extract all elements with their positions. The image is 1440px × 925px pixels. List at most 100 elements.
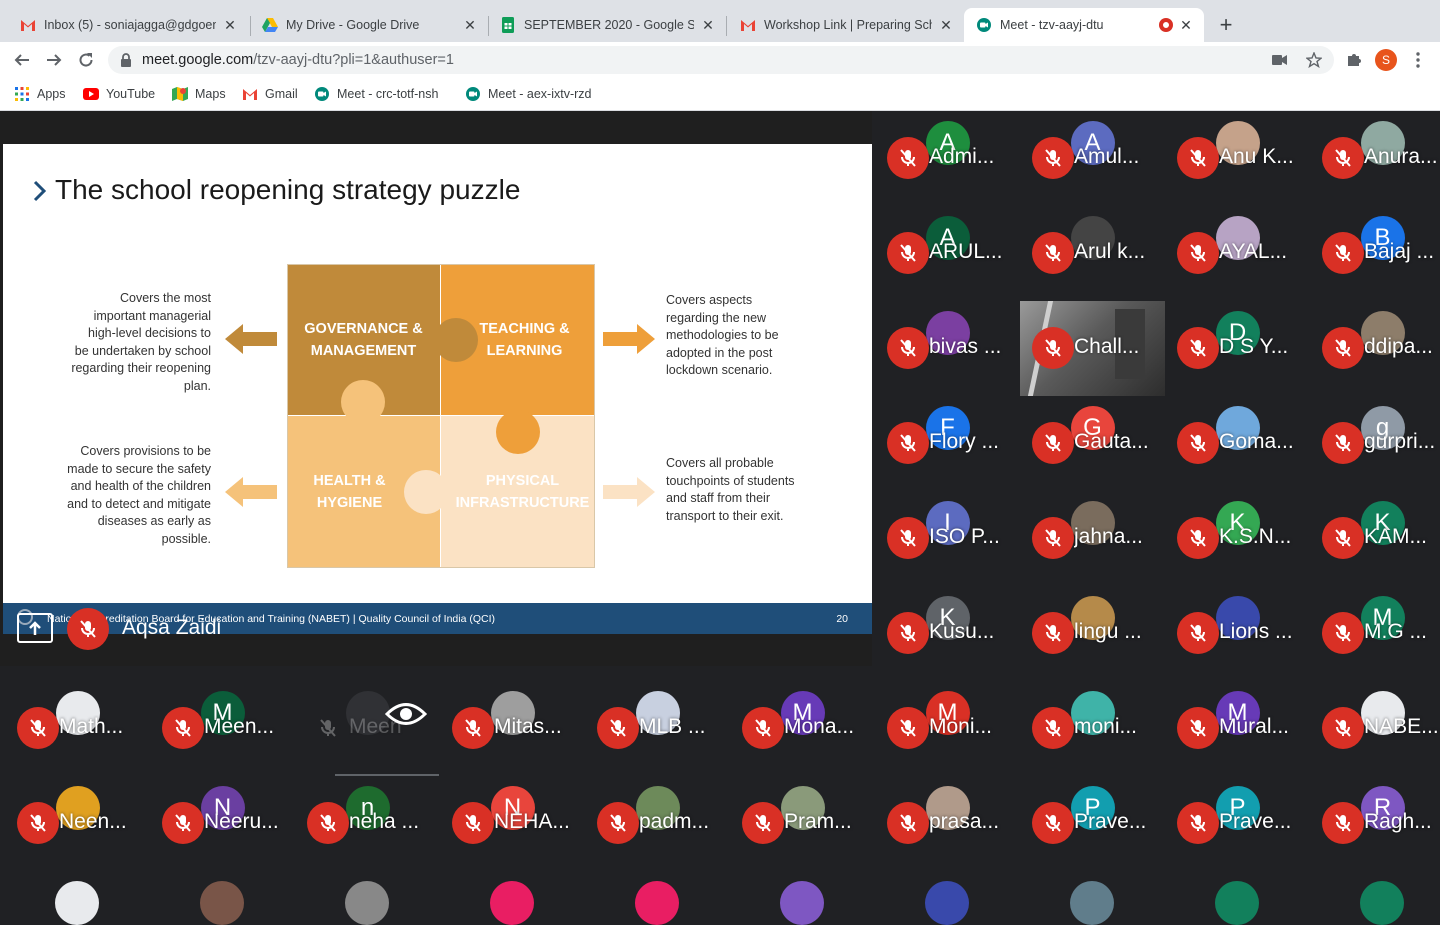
participant-tile[interactable]: M Meen...	[150, 681, 295, 776]
mute-indicator	[742, 802, 784, 844]
participant-tile[interactable]: n neha ...	[295, 776, 440, 871]
avatar	[1360, 881, 1404, 925]
participant-tile[interactable]: P Prave...	[1165, 776, 1310, 871]
participant-tile[interactable]: g gurpri...	[1310, 396, 1440, 491]
participant-tile[interactable]: R Ragh...	[1310, 776, 1440, 871]
tab-close-icon[interactable]: ✕	[938, 17, 954, 34]
participant-tile[interactable]: AYAL...	[1165, 206, 1310, 301]
participant-tile[interactable]: Chall...	[1020, 301, 1165, 396]
profile-avatar[interactable]: S	[1374, 48, 1398, 72]
participant-tile[interactable]: M Mural...	[1165, 681, 1310, 776]
participant-tile[interactable]: A ARUL...	[875, 206, 1020, 301]
participant-tile[interactable]: ddipa...	[1310, 301, 1440, 396]
url-text: meet.google.com/tzv-aayj-dtu?pli=1&authu…	[142, 52, 454, 68]
participant-tile[interactable]: DD S Y...	[1165, 301, 1310, 396]
tab-close-icon[interactable]: ✕	[700, 17, 716, 34]
participant-tile[interactable]: K K.S.N...	[1165, 491, 1310, 586]
mic-off-icon	[900, 719, 916, 737]
participant-name: neha ...	[349, 810, 420, 833]
mic-off-icon	[320, 719, 336, 737]
kebab-menu-icon[interactable]	[1406, 48, 1430, 72]
participant-tile[interactable]: Pram...	[730, 776, 875, 871]
avatar	[490, 881, 534, 925]
participant-tile[interactable]: K KAM...	[1310, 491, 1440, 586]
participant-tile[interactable]: A Admi...	[875, 111, 1020, 206]
participant-tile[interactable]: Goma...	[1165, 396, 1310, 491]
bookmark-apps[interactable]: Apps	[14, 86, 66, 102]
participant-tile[interactable]: Mitas...	[440, 681, 585, 776]
recording-icon	[1160, 19, 1172, 31]
address-bar[interactable]: meet.google.com/tzv-aayj-dtu?pli=1&authu…	[108, 46, 1334, 74]
extensions-puzzle-icon[interactable]	[1342, 48, 1366, 72]
tab-google-sheets[interactable]: SEPTEMBER 2020 - Google Sheets ✕	[488, 8, 726, 42]
participant-tile[interactable]: Anu K...	[1165, 111, 1310, 206]
participant-tile[interactable]: Arul k...	[1020, 206, 1165, 301]
participant-tile[interactable]: M M.G ...	[1310, 586, 1440, 681]
bookmark-meet-crc[interactable]: Meet - crc-totf-nsh	[314, 86, 438, 102]
tab-close-icon[interactable]: ✕	[222, 17, 238, 34]
participant-tile[interactable]: lingu ...	[1020, 586, 1165, 681]
mute-indicator	[1032, 422, 1074, 464]
mute-indicator	[742, 707, 784, 749]
tab-close-icon[interactable]: ✕	[1178, 17, 1194, 34]
participant-name: K.S.N...	[1219, 525, 1292, 548]
participant-name: Mitas...	[494, 715, 562, 738]
tab-workshop-link[interactable]: Workshop Link | Preparing Schools ✕	[728, 8, 964, 42]
participant-tile[interactable]: Math...	[5, 681, 150, 776]
participant-name: NABE...	[1364, 715, 1439, 738]
star-icon[interactable]	[1302, 48, 1326, 72]
gmail-icon	[740, 17, 756, 33]
participant-tile[interactable]: G Gauta...	[1020, 396, 1165, 491]
participant-tile[interactable]: Neen...	[5, 776, 150, 871]
mic-off-icon	[1045, 529, 1061, 547]
maps-icon	[172, 86, 188, 102]
mute-indicator	[1177, 517, 1219, 559]
drive-icon	[262, 17, 278, 33]
tab-google-meet[interactable]: Meet - tzv-aayj-dtu ✕	[964, 8, 1204, 42]
mic-off-icon	[755, 719, 771, 737]
mic-off-icon	[465, 814, 481, 832]
new-tab-button[interactable]: +	[1214, 12, 1238, 38]
participant-tile[interactable]: A Amul...	[1020, 111, 1165, 206]
bookmark-youtube[interactable]: YouTube	[83, 86, 155, 102]
participant-tile[interactable]: moni...	[1020, 681, 1165, 776]
participant-tile[interactable]: I ISO P...	[875, 491, 1020, 586]
bookmark-maps[interactable]: Maps	[172, 86, 226, 102]
tab-gmail-inbox[interactable]: Inbox (5) - soniajagga@gdgoenka.com ✕	[8, 8, 248, 42]
participant-tile[interactable]: NABE...	[1310, 681, 1440, 776]
participant-tile[interactable]: K Kusu...	[875, 586, 1020, 681]
mute-indicator	[307, 802, 349, 844]
participant-tile[interactable]: F Flory ...	[875, 396, 1020, 491]
forward-button[interactable]	[42, 48, 66, 72]
mic-off-icon	[755, 814, 771, 832]
camera-icon[interactable]	[1268, 48, 1292, 72]
bookmark-meet-aex[interactable]: Meet - aex-ixtv-rzd	[465, 86, 592, 102]
participant-tile[interactable]: M Mona...	[730, 681, 875, 776]
participant-tile[interactable]: N Neeru...	[150, 776, 295, 871]
participant-tile[interactable]: prasa...	[875, 776, 1020, 871]
participant-tile[interactable]: jahna...	[1020, 491, 1165, 586]
mute-indicator	[1177, 232, 1219, 274]
participant-tile[interactable]: bivas ...	[875, 301, 1020, 396]
participant-tile[interactable]: M Moni...	[875, 681, 1020, 776]
participant-name: moni...	[1074, 715, 1138, 738]
participant-tile[interactable]: N NEHA...	[440, 776, 585, 871]
participant-tile[interactable]: B Bajaj ...	[1310, 206, 1440, 301]
back-button[interactable]	[10, 48, 34, 72]
participant-tile[interactable]: MLB ...	[585, 681, 730, 776]
eye-icon[interactable]	[385, 701, 427, 727]
participant-name: KAM...	[1364, 525, 1428, 548]
tab-close-icon[interactable]: ✕	[462, 17, 478, 34]
reload-button[interactable]	[74, 48, 98, 72]
tab-google-drive[interactable]: My Drive - Google Drive ✕	[250, 8, 488, 42]
participant-tile[interactable]: Anura...	[1310, 111, 1440, 206]
participant-tile[interactable]: Lions ...	[1165, 586, 1310, 681]
mute-indicator	[1322, 517, 1364, 559]
apps-grid-icon	[14, 86, 30, 102]
participant-tile[interactable]: Meen	[295, 681, 440, 782]
bookmark-gmail[interactable]: Gmail	[242, 86, 298, 102]
mute-indicator	[17, 802, 59, 844]
participant-tile[interactable]: padm...	[585, 776, 730, 871]
participant-tile[interactable]: P Prave...	[1020, 776, 1165, 871]
mute-indicator	[162, 802, 204, 844]
